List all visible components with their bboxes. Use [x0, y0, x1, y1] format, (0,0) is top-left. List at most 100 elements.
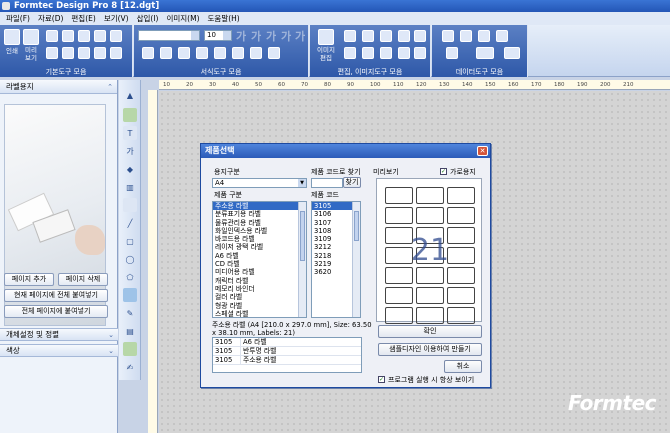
- list-item[interactable]: 분류표기용 라벨: [213, 210, 306, 218]
- new-doc-icon[interactable]: [62, 30, 74, 42]
- folder-icon[interactable]: [476, 47, 494, 59]
- cut-icon[interactable]: [380, 30, 392, 42]
- text-tool-icon[interactable]: T: [123, 126, 137, 140]
- list-item[interactable]: 캐릭터 라벨: [213, 277, 306, 285]
- barcode-icon[interactable]: ▥: [123, 180, 137, 194]
- data-link-icon[interactable]: [478, 30, 490, 42]
- startup-show-checkbox[interactable]: ✓: [378, 376, 385, 383]
- align-middle-icon[interactable]: [214, 47, 226, 59]
- group-icon[interactable]: [344, 47, 356, 59]
- data-field-icon[interactable]: [460, 30, 472, 42]
- menu-image[interactable]: 이미지(M): [162, 12, 203, 25]
- code-scrollbar[interactable]: [352, 202, 360, 317]
- menu-help[interactable]: 도움말(H): [204, 12, 244, 25]
- text-color-icon[interactable]: 가: [295, 28, 305, 44]
- chevron-down-icon[interactable]: [191, 31, 199, 40]
- redo-icon[interactable]: [380, 47, 392, 59]
- scroll-thumb[interactable]: [300, 211, 305, 261]
- paper-type-select[interactable]: A4 ▼: [212, 178, 307, 188]
- italic-icon[interactable]: 가: [251, 28, 261, 44]
- table-row[interactable]: 3105 반투명 라벨: [213, 347, 361, 356]
- image-edit-icon[interactable]: [318, 29, 334, 45]
- list-item[interactable]: 미디어용 라벨: [213, 268, 306, 276]
- list-item[interactable]: 컬러 라벨: [213, 293, 306, 301]
- fill-icon[interactable]: [123, 288, 137, 302]
- copy-icon[interactable]: [344, 30, 356, 42]
- panel-header[interactable]: 라벨용지 ⌃: [0, 80, 117, 94]
- font-family-select[interactable]: [138, 30, 200, 41]
- ok-button[interactable]: 확인: [378, 325, 482, 338]
- preview-icon[interactable]: [23, 29, 39, 45]
- paste-all-current-page-button[interactable]: 현재 페이지에 전체 붙여넣기: [4, 289, 108, 302]
- chevron-down-icon[interactable]: ⌄: [108, 345, 114, 357]
- zoom-fit-icon[interactable]: [110, 47, 122, 59]
- brush-icon[interactable]: ✎: [123, 306, 137, 320]
- polygon-tool-icon[interactable]: ⬠: [123, 270, 137, 284]
- list-item[interactable]: 물류관리용 라벨: [213, 219, 306, 227]
- paste-all-pages-button[interactable]: 전체 페이지에 붙여넣기: [4, 305, 108, 318]
- sample-design-button[interactable]: 샘플디자인 이용하여 만들기: [378, 343, 482, 356]
- list-item[interactable]: 스페셜 라벨: [213, 310, 306, 317]
- chevron-down-icon[interactable]: [223, 31, 231, 40]
- menu-view[interactable]: 보기(V): [100, 12, 133, 25]
- layout-icon[interactable]: [110, 30, 122, 42]
- color-section[interactable]: 색상 ⌄: [0, 344, 118, 357]
- category-list[interactable]: 주소용 라벨 분류표기용 라벨 물류관리용 라벨 화일인덱스용 라벨 바코드용 …: [212, 201, 307, 318]
- menu-file[interactable]: 파일(F): [2, 12, 34, 25]
- export-icon[interactable]: [94, 30, 106, 42]
- cancel-button[interactable]: 취소: [444, 360, 482, 373]
- data-edit-icon[interactable]: [446, 47, 458, 59]
- shapes-icon[interactable]: ◆: [123, 162, 137, 176]
- align-left-icon[interactable]: [142, 47, 154, 59]
- search-button[interactable]: 찾기: [343, 177, 361, 188]
- strike-icon[interactable]: 가: [281, 28, 291, 44]
- print-icon[interactable]: [4, 29, 20, 45]
- data-import-icon[interactable]: [496, 30, 508, 42]
- table-row[interactable]: 3105 A6 라벨: [213, 338, 361, 347]
- ellipse-tool-icon[interactable]: ◯: [123, 252, 137, 266]
- menu-data[interactable]: 자료(D): [34, 12, 67, 25]
- line-spacing-icon[interactable]: [250, 47, 262, 59]
- clipboard-icon[interactable]: [414, 30, 426, 42]
- landscape-checkbox[interactable]: ✓: [440, 168, 447, 175]
- open-folder-icon[interactable]: [62, 47, 74, 59]
- list-item[interactable]: 형광 라벨: [213, 302, 306, 310]
- new-file-icon[interactable]: [46, 30, 58, 42]
- pointer-icon[interactable]: ▲: [123, 88, 137, 102]
- paste-icon[interactable]: [362, 30, 374, 42]
- gradient-icon[interactable]: ▤: [123, 324, 137, 338]
- delete-page-button[interactable]: 페이지 삭제: [58, 273, 108, 286]
- chevron-up-icon[interactable]: ⌃: [107, 80, 113, 94]
- image-tool-icon[interactable]: [123, 108, 137, 122]
- data-table-icon[interactable]: [442, 30, 454, 42]
- code-list[interactable]: 3105 3106 3107 3108 3109 3212 3218 3219 …: [311, 201, 361, 318]
- signature-icon[interactable]: ✍: [123, 360, 137, 374]
- undo-icon[interactable]: [362, 47, 374, 59]
- menu-insert[interactable]: 삽입(I): [133, 12, 163, 25]
- char-spacing-icon[interactable]: [268, 47, 280, 59]
- list-item[interactable]: A6 라벨: [213, 252, 306, 260]
- save-icon[interactable]: [46, 47, 58, 59]
- underline-icon[interactable]: 가: [266, 28, 276, 44]
- line-tool-icon[interactable]: ╱: [123, 216, 137, 230]
- delete-icon[interactable]: [398, 30, 410, 42]
- align-right-icon[interactable]: [178, 47, 190, 59]
- picture-icon[interactable]: [123, 342, 137, 356]
- add-page-button[interactable]: 페이지 추가: [4, 273, 54, 286]
- chevron-down-icon[interactable]: ⌄: [108, 329, 114, 341]
- zoom-in-icon[interactable]: [78, 47, 90, 59]
- rotate-icon[interactable]: [398, 47, 410, 59]
- code-search-input[interactable]: [311, 178, 343, 188]
- search-icon[interactable]: [504, 47, 520, 59]
- align-bottom-icon[interactable]: [232, 47, 244, 59]
- list-item[interactable]: 화일인덱스용 라벨: [213, 227, 306, 235]
- list-item[interactable]: 레이저 광택 라벨: [213, 243, 306, 251]
- flip-icon[interactable]: [414, 47, 426, 59]
- category-scrollbar[interactable]: [298, 202, 306, 317]
- chevron-down-icon[interactable]: ▼: [298, 179, 306, 187]
- menu-edit[interactable]: 편집(E): [67, 12, 99, 25]
- page-icon[interactable]: [78, 30, 90, 42]
- align-top-icon[interactable]: [196, 47, 208, 59]
- zoom-out-icon[interactable]: [94, 47, 106, 59]
- align-center-icon[interactable]: [160, 47, 172, 59]
